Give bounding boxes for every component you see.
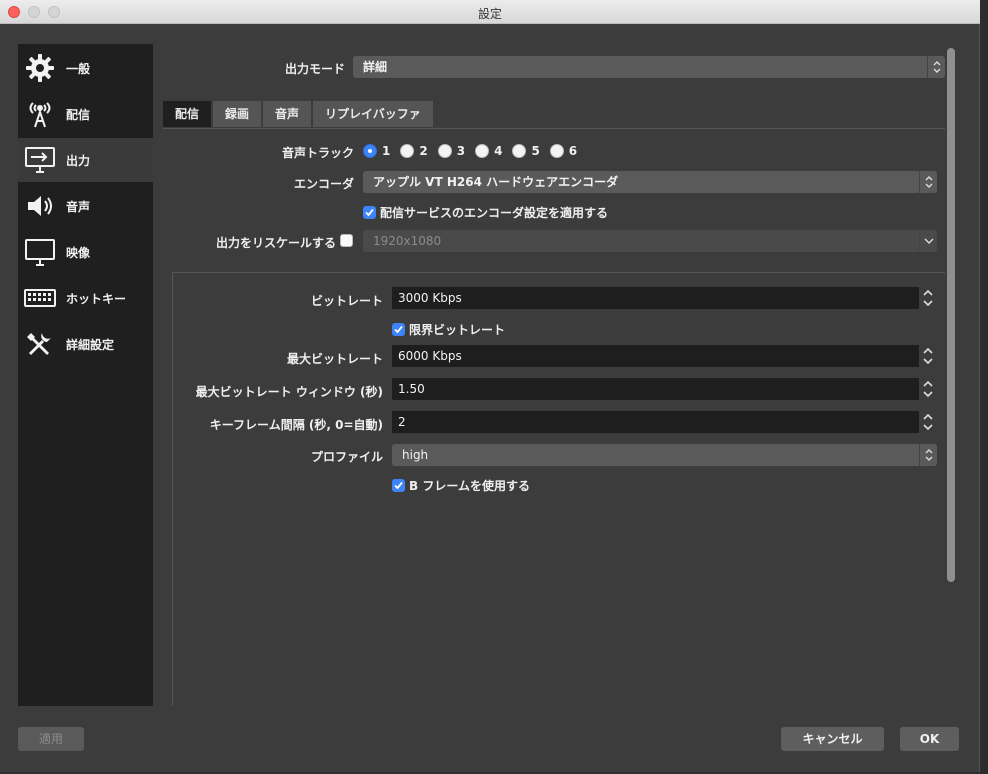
tab-replay-buffer[interactable]: リプレイバッファ bbox=[313, 101, 433, 127]
limit-bitrate-checkbox[interactable]: 限界ビットレート bbox=[392, 321, 505, 338]
tools-icon bbox=[24, 328, 56, 360]
sidebar-item-audio[interactable]: 音声 bbox=[18, 184, 153, 228]
sidebar-item-stream[interactable]: 配信 bbox=[18, 92, 153, 136]
audio-track-radio-group: 1 2 3 4 5 6 bbox=[363, 144, 587, 158]
output-monitor-icon bbox=[24, 144, 56, 176]
apply-service-settings-checkbox[interactable]: 配信サービスのエンコーダ設定を適用する bbox=[363, 204, 608, 221]
keyboard-icon bbox=[24, 282, 56, 314]
output-mode-value: 詳細 bbox=[363, 60, 388, 74]
sidebar-item-label: 配信 bbox=[66, 107, 91, 122]
max-bitrate-window-input[interactable]: 1.50 bbox=[392, 378, 933, 400]
sidebar-item-label: 詳細設定 bbox=[66, 337, 115, 352]
audio-track-radio-4[interactable]: 4 bbox=[475, 144, 502, 158]
sidebar-item-general[interactable]: 一般 bbox=[18, 46, 153, 90]
profile-label: プロファイル bbox=[310, 450, 383, 464]
ok-button[interactable]: OK bbox=[900, 727, 959, 751]
radio-dot bbox=[549, 144, 564, 158]
keyframe-interval-input[interactable]: 2 bbox=[392, 411, 933, 433]
max-bitrate-label: 最大ビットレート bbox=[286, 352, 383, 366]
updown-chevron-icon bbox=[919, 444, 937, 466]
monitor-icon bbox=[24, 236, 56, 268]
output-mode-select[interactable]: 詳細 bbox=[353, 56, 945, 78]
max-bitrate-input[interactable]: 6000 Kbps bbox=[392, 345, 933, 367]
radio-dot bbox=[512, 144, 527, 158]
use-bframes-checkbox[interactable]: B フレームを使用する bbox=[392, 477, 530, 494]
chevron-down-icon bbox=[919, 230, 937, 252]
stepper-arrows-icon[interactable] bbox=[919, 378, 937, 400]
stepper-arrows-icon[interactable] bbox=[919, 411, 937, 433]
audio-track-radio-1[interactable]: 1 bbox=[363, 144, 390, 158]
sidebar-item-label: 出力 bbox=[66, 153, 91, 168]
sidebar-item-output[interactable]: 出力 bbox=[18, 138, 153, 182]
output-tabs: 配信 録画 音声 リプレイバッファ bbox=[163, 101, 435, 127]
checkmark-icon bbox=[392, 323, 405, 336]
output-settings-panel: 出力モード 詳細 配信 録画 音声 リプレイバッファ 音声トラック 1 2 3 … bbox=[163, 44, 945, 706]
sidebar-item-label: ホットキー bbox=[66, 291, 127, 306]
tab-audio[interactable]: 音声 bbox=[263, 101, 312, 127]
cancel-button[interactable]: キャンセル bbox=[781, 727, 884, 751]
broadcast-antenna-icon bbox=[24, 98, 56, 130]
audio-track-radio-5[interactable]: 5 bbox=[512, 144, 540, 158]
rescale-resolution-select[interactable]: 1920x1080 bbox=[363, 230, 937, 252]
radio-dot bbox=[363, 144, 377, 158]
encoder-select[interactable]: アップル VT H264 ハードウェアエンコーダ bbox=[363, 171, 937, 193]
radio-dot bbox=[475, 144, 490, 158]
tab-divider bbox=[163, 128, 945, 129]
encoder-label: エンコーダ bbox=[293, 177, 354, 191]
rescale-resolution-value: 1920x1080 bbox=[373, 234, 442, 248]
radio-dot bbox=[437, 144, 452, 158]
max-bitrate-window-label: 最大ビットレート ウィンドウ (秒) bbox=[195, 385, 383, 399]
sidebar-item-hotkeys[interactable]: ホットキー bbox=[18, 276, 153, 320]
encoder-settings-group bbox=[172, 272, 945, 706]
gear-icon bbox=[24, 52, 56, 84]
background-right bbox=[980, 0, 988, 774]
rescale-checkbox[interactable] bbox=[340, 234, 357, 247]
window-title: 設定 bbox=[477, 7, 502, 21]
updown-chevron-icon bbox=[927, 56, 945, 78]
tab-streaming[interactable]: 配信 bbox=[163, 101, 212, 127]
speaker-icon bbox=[24, 190, 56, 222]
audio-track-radio-6[interactable]: 6 bbox=[549, 144, 577, 158]
settings-window: 設定 一般 配信 出力 音声 映像 ホットキー 詳細設定 出力モード 詳細 配信… bbox=[0, 0, 980, 772]
updown-chevron-icon bbox=[919, 171, 937, 193]
rescale-label: 出力をリスケールする bbox=[215, 236, 336, 250]
apply-button[interactable]: 適用 bbox=[18, 727, 84, 751]
stepper-arrows-icon[interactable] bbox=[919, 287, 937, 309]
keyframe-interval-label: キーフレーム間隔 (秒, 0=自動) bbox=[209, 418, 383, 432]
title-bar: 設定 bbox=[0, 0, 980, 24]
audio-track-radio-2[interactable]: 2 bbox=[400, 144, 428, 158]
stepper-arrows-icon[interactable] bbox=[919, 345, 937, 367]
sidebar-item-video[interactable]: 映像 bbox=[18, 230, 153, 274]
bitrate-label: ビットレート bbox=[310, 294, 383, 308]
settings-scrollbar-thumb[interactable] bbox=[947, 48, 955, 582]
checkbox-box bbox=[340, 234, 353, 247]
profile-select[interactable]: high bbox=[392, 444, 937, 466]
tab-recording[interactable]: 録画 bbox=[213, 101, 262, 127]
profile-value: high bbox=[402, 448, 429, 462]
sidebar-item-label: 音声 bbox=[66, 199, 91, 214]
checkmark-icon bbox=[363, 206, 376, 219]
sidebar-item-advanced[interactable]: 詳細設定 bbox=[18, 322, 153, 366]
audio-track-radio-3[interactable]: 3 bbox=[437, 144, 465, 158]
bitrate-input[interactable]: 3000 Kbps bbox=[392, 287, 933, 309]
encoder-value: アップル VT H264 ハードウェアエンコーダ bbox=[373, 175, 619, 189]
sidebar-item-label: 一般 bbox=[66, 61, 91, 76]
audio-track-label: 音声トラック bbox=[281, 146, 354, 160]
checkmark-icon bbox=[392, 479, 405, 492]
sidebar-item-label: 映像 bbox=[66, 245, 91, 260]
radio-dot bbox=[400, 144, 415, 158]
settings-sidebar: 一般 配信 出力 音声 映像 ホットキー 詳細設定 bbox=[18, 44, 153, 706]
output-mode-label: 出力モード bbox=[284, 62, 345, 76]
